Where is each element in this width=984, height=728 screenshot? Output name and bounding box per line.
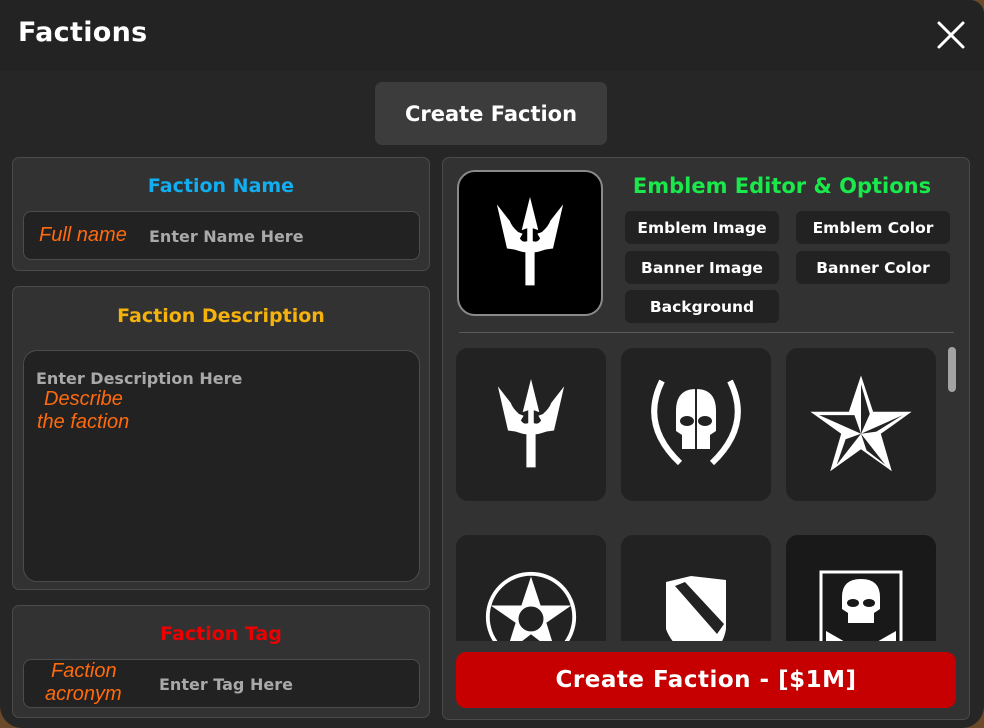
emblem-tile-nautical-star[interactable] bbox=[786, 348, 936, 501]
faction-tag-title: Faction Tag bbox=[160, 623, 282, 645]
emblem-grid-scrollbar[interactable] bbox=[948, 347, 956, 392]
banner-color-button[interactable]: Banner Color bbox=[796, 251, 950, 284]
nautical-star-icon bbox=[810, 375, 912, 471]
faction-tag-hint-1: Faction bbox=[51, 660, 117, 682]
close-button[interactable] bbox=[934, 18, 968, 52]
faction-tag-input[interactable]: Faction acronym Enter Tag Here bbox=[23, 659, 420, 708]
factions-window: Factions Create Faction Faction Name Ful… bbox=[0, 0, 984, 728]
create-faction-button[interactable]: Create Faction - [$1M] bbox=[456, 652, 956, 708]
shield-icon bbox=[666, 575, 726, 641]
emblem-color-button[interactable]: Emblem Color bbox=[796, 211, 950, 244]
faction-description-input[interactable]: Enter Description Here Describe the fact… bbox=[23, 350, 420, 582]
faction-tag-hint-2: acronym bbox=[45, 683, 122, 705]
trident-icon bbox=[497, 378, 565, 467]
emblem-editor-title: Emblem Editor & Options bbox=[632, 174, 932, 198]
emblem-image-button[interactable]: Emblem Image bbox=[625, 211, 779, 244]
close-icon bbox=[937, 21, 965, 49]
faction-tag-placeholder: Enter Tag Here bbox=[159, 675, 293, 694]
trident-icon bbox=[496, 197, 564, 286]
title-bar: Factions bbox=[0, 0, 984, 71]
faction-description-placeholder: Enter Description Here bbox=[36, 369, 243, 388]
emblem-preview bbox=[457, 170, 603, 316]
window-title: Factions bbox=[18, 17, 148, 48]
faction-name-placeholder: Enter Name Here bbox=[149, 227, 304, 246]
faction-name-input[interactable]: Full name Enter Name Here bbox=[23, 211, 420, 260]
emblem-grid bbox=[456, 346, 956, 641]
faction-name-panel: Faction Name Full name Enter Name Here bbox=[12, 157, 430, 271]
faction-description-title: Faction Description bbox=[117, 305, 325, 327]
faction-tag-panel: Faction Tag Faction acronym Enter Tag He… bbox=[12, 605, 430, 718]
skull-icon bbox=[651, 379, 741, 465]
emblem-tile-trident[interactable] bbox=[456, 348, 606, 501]
skull-chevron-icon bbox=[819, 570, 903, 641]
faction-name-hint: Full name bbox=[39, 224, 127, 246]
emblem-tile-skull[interactable] bbox=[621, 348, 771, 501]
create-faction-tab[interactable]: Create Faction bbox=[375, 82, 607, 145]
divider bbox=[459, 332, 954, 333]
circle-star-icon bbox=[485, 571, 577, 641]
emblem-tile-skull-chevron[interactable] bbox=[786, 535, 936, 641]
banner-image-button[interactable]: Banner Image bbox=[625, 251, 779, 284]
emblem-tile-circle-star[interactable] bbox=[456, 535, 606, 641]
background-button[interactable]: Background bbox=[625, 290, 779, 323]
faction-description-panel: Faction Description Enter Description He… bbox=[12, 286, 430, 590]
emblem-tile-shield[interactable] bbox=[621, 535, 771, 641]
faction-description-hint-2: the faction bbox=[37, 411, 130, 433]
faction-name-title: Faction Name bbox=[147, 175, 295, 197]
faction-description-hint-1: Describe bbox=[44, 388, 123, 410]
